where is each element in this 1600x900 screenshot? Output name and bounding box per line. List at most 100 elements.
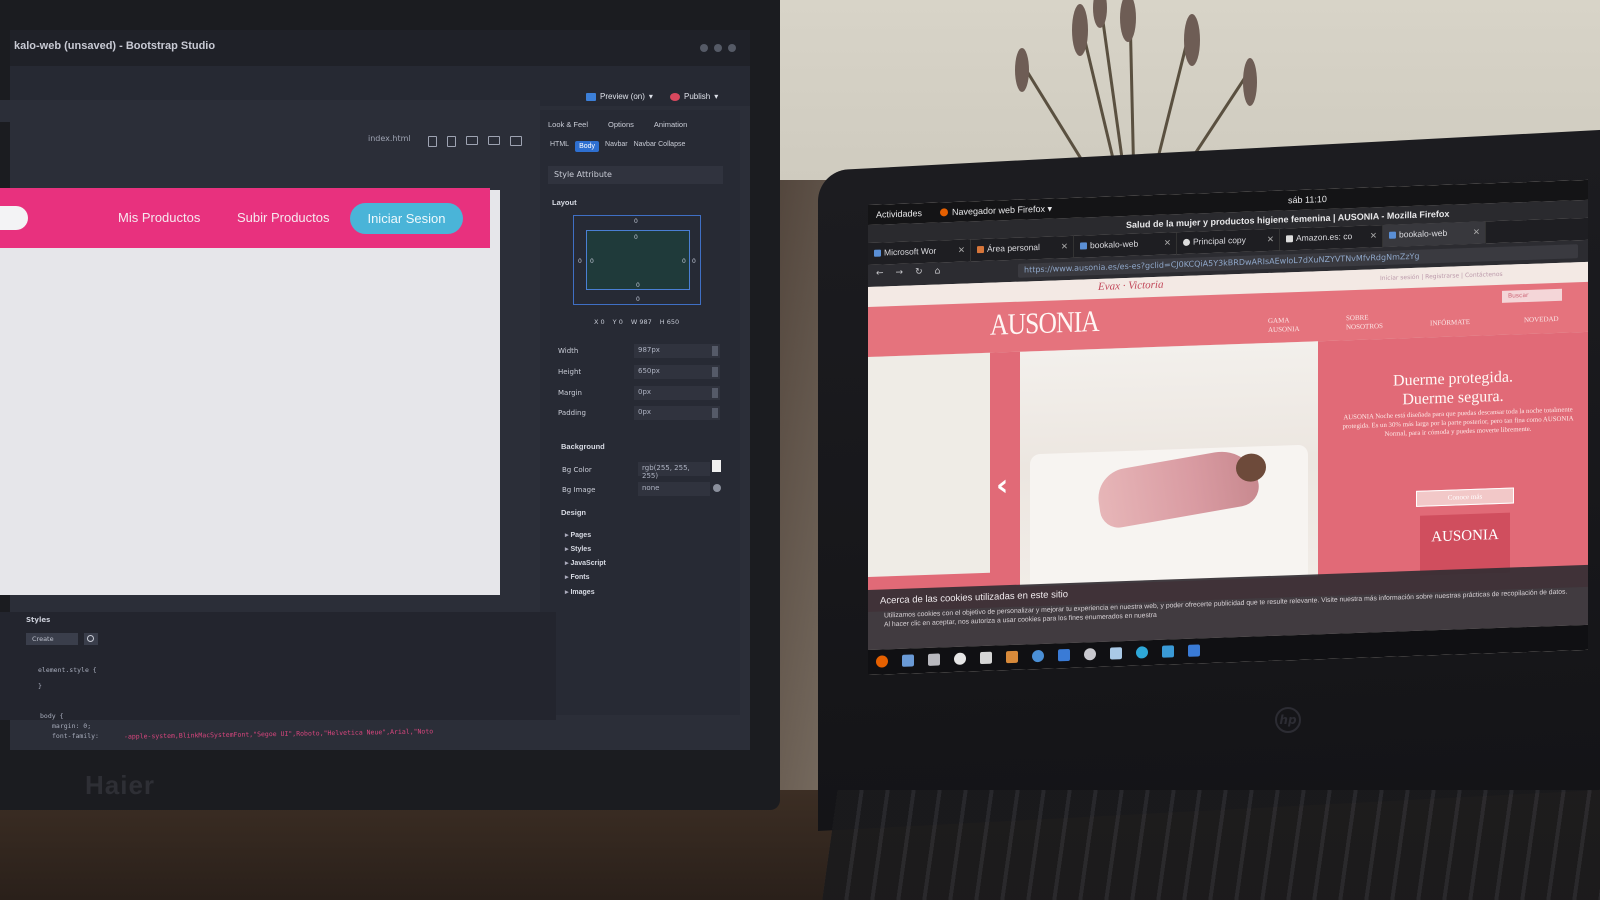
code-line[interactable]: element.style { xyxy=(38,666,97,674)
window-controls[interactable] xyxy=(700,44,736,52)
vscode-icon[interactable] xyxy=(1058,648,1070,662)
code-line[interactable]: } xyxy=(38,682,42,690)
design-canvas[interactable] xyxy=(0,190,500,595)
document-icon[interactable] xyxy=(980,651,992,665)
vscode-icon[interactable] xyxy=(1188,644,1200,657)
close-icon[interactable]: ✕ xyxy=(958,245,965,256)
account-links[interactable]: Iniciar sesión | Registrarse | Contácten… xyxy=(1380,271,1503,282)
tab-look-feel[interactable]: Look & Feel xyxy=(548,120,588,129)
design-item-fonts[interactable]: Fonts xyxy=(565,573,589,581)
tablet-icon[interactable] xyxy=(447,136,456,147)
height-input[interactable]: 650px xyxy=(634,365,720,379)
desktop-icon[interactable] xyxy=(510,136,522,146)
design-item-javascript[interactable]: JavaScript xyxy=(565,559,605,567)
gear-icon[interactable] xyxy=(713,484,721,492)
nav-link-mis-productos[interactable]: Mis Productos xyxy=(118,210,200,225)
back-icon[interactable]: ← xyxy=(876,268,884,278)
minimize-icon[interactable] xyxy=(700,44,708,52)
padding-right-value[interactable]: 0 xyxy=(682,258,686,265)
chrome-icon[interactable] xyxy=(1136,646,1148,659)
nav-novedad[interactable]: NOVEDAD xyxy=(1524,315,1559,325)
publish-button[interactable]: Publish ▾ xyxy=(670,92,718,101)
design-item-styles[interactable]: Styles xyxy=(565,545,591,553)
crumb-navbar-collapse[interactable]: Navbar Collapse xyxy=(634,141,686,152)
design-item-images[interactable]: Images xyxy=(565,588,594,596)
width-input[interactable]: 987px xyxy=(634,344,720,358)
laptop-icon[interactable] xyxy=(488,136,500,145)
nav-sobre-nosotros[interactable]: SOBRE NOSOTROS xyxy=(1346,312,1398,332)
tablet-landscape-icon[interactable] xyxy=(466,136,478,145)
padding-input[interactable]: 0px xyxy=(634,406,720,420)
crumb-body[interactable]: Body xyxy=(575,141,600,152)
design-heading[interactable]: Design xyxy=(561,508,586,517)
stepper-icon[interactable] xyxy=(712,346,718,356)
nav-gama-ausonia[interactable]: GAMA AUSONIA xyxy=(1268,316,1308,335)
home-icon[interactable]: ⌂ xyxy=(935,266,941,276)
carousel-prev-icon[interactable]: ‹ xyxy=(996,468,1008,503)
padding-left-value[interactable]: 0 xyxy=(590,258,594,265)
layout-heading[interactable]: Layout xyxy=(552,198,577,207)
app-menu[interactable]: Navegador web Firefox ▾ xyxy=(940,204,1052,219)
color-swatch[interactable] xyxy=(712,460,721,472)
close-icon[interactable]: ✕ xyxy=(1267,234,1274,245)
close-icon[interactable]: ✕ xyxy=(1473,227,1480,238)
partner-brands[interactable]: Evax · Victoria xyxy=(1098,279,1163,293)
clock[interactable]: sáb 11:10 xyxy=(1288,194,1327,205)
preview-button[interactable]: Preview (on) ▾ xyxy=(586,92,653,101)
maximize-icon[interactable] xyxy=(714,44,722,52)
ausonia-logo[interactable]: AUSONIA xyxy=(990,305,1099,343)
camera-icon[interactable] xyxy=(954,652,966,665)
firefox-icon[interactable] xyxy=(876,655,888,668)
margin-top-value[interactable]: 0 xyxy=(634,218,638,225)
inspector-tabs: Look & Feel Options Animation xyxy=(548,120,687,129)
tab-options[interactable]: Options xyxy=(608,120,634,129)
close-icon[interactable]: ✕ xyxy=(1164,237,1171,248)
close-icon[interactable]: ✕ xyxy=(1370,230,1377,241)
box-model[interactable]: 0 0 0 0 0 0 0 0 xyxy=(573,215,701,305)
navbar-brand[interactable] xyxy=(0,206,28,230)
nav-informate[interactable]: INFÓRMATE xyxy=(1430,318,1470,328)
printer-icon[interactable] xyxy=(1084,648,1096,661)
padding-top-value[interactable]: 0 xyxy=(634,234,638,241)
folder-icon[interactable] xyxy=(928,653,940,666)
create-style-select[interactable]: Create xyxy=(26,633,78,645)
nav-link-subir-productos[interactable]: Subir Productos xyxy=(237,210,330,225)
background-heading[interactable]: Background xyxy=(561,442,605,451)
search-field[interactable]: Buscar xyxy=(1502,288,1562,303)
bg-image-input[interactable]: none xyxy=(638,482,710,496)
search-icon[interactable] xyxy=(84,633,98,645)
store-icon[interactable] xyxy=(1006,650,1018,664)
forward-icon[interactable]: → xyxy=(896,268,904,278)
close-icon[interactable]: ✕ xyxy=(1061,241,1068,252)
crumb-html[interactable]: HTML xyxy=(550,141,569,152)
app-icon[interactable] xyxy=(1162,645,1174,658)
margin-right-value[interactable]: 0 xyxy=(692,258,696,265)
device-switcher[interactable] xyxy=(428,136,522,147)
code-line[interactable]: body { xyxy=(40,712,63,720)
design-item-pages[interactable]: Pages xyxy=(565,531,591,539)
close-icon[interactable] xyxy=(728,44,736,52)
files-icon[interactable] xyxy=(902,654,914,667)
bg-color-input[interactable]: rgb(255, 255, 255) xyxy=(638,462,710,480)
activities-button[interactable]: Actividades xyxy=(876,208,922,220)
cube-icon[interactable] xyxy=(1110,647,1122,660)
code-line[interactable]: margin: 0; xyxy=(52,722,91,730)
stepper-icon[interactable] xyxy=(712,367,718,377)
crumb-navbar[interactable]: Navbar xyxy=(605,141,628,152)
iniciar-sesion-button[interactable]: Iniciar Sesion xyxy=(350,203,463,234)
style-attribute-section[interactable]: Style Attribute xyxy=(548,166,723,184)
conoce-mas-button[interactable]: Conoce más xyxy=(1416,487,1514,507)
margin-left-value[interactable]: 0 xyxy=(578,258,582,265)
stepper-icon[interactable] xyxy=(712,388,718,398)
page-select[interactable]: index.html xyxy=(368,134,411,143)
word-icon xyxy=(874,249,881,257)
phone-icon[interactable] xyxy=(428,136,437,147)
margin-bottom-value[interactable]: 0 xyxy=(636,296,640,303)
padding-bottom-value[interactable]: 0 xyxy=(636,282,640,289)
reload-icon[interactable]: ↻ xyxy=(915,267,923,277)
stepper-icon[interactable] xyxy=(712,408,718,418)
code-line[interactable]: font-family: xyxy=(52,732,99,740)
margin-input[interactable]: 0px xyxy=(634,386,720,400)
help-icon[interactable] xyxy=(1032,649,1044,663)
tab-animation[interactable]: Animation xyxy=(654,120,687,129)
